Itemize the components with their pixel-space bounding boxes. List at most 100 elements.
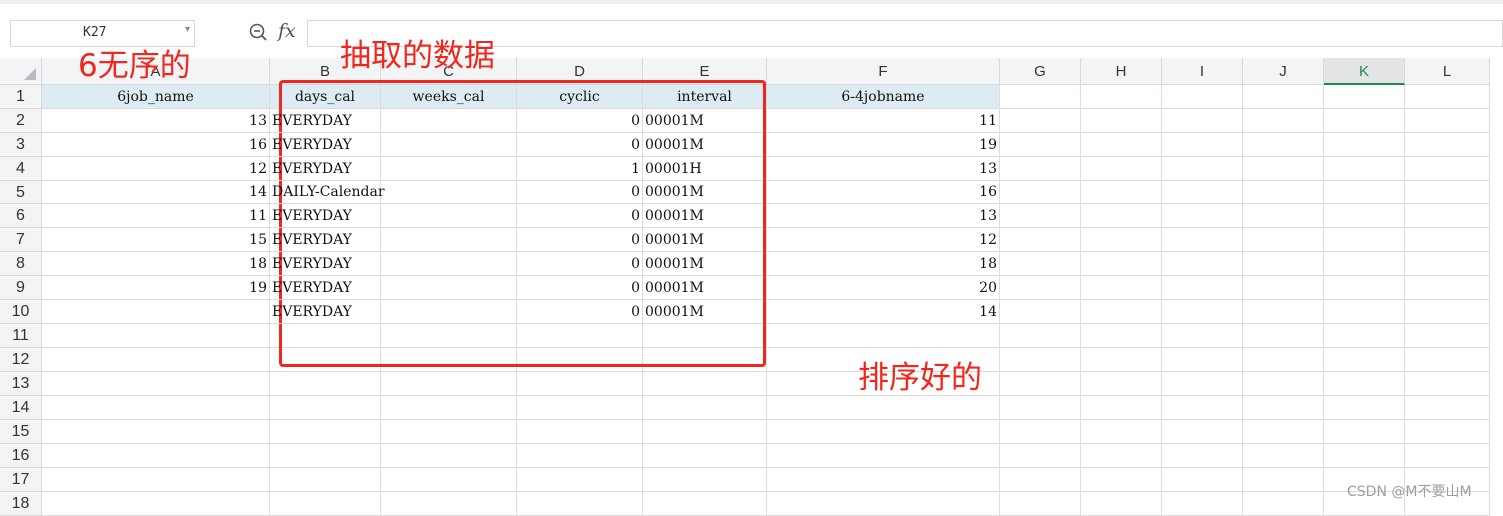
empty-cell[interactable] (1324, 324, 1405, 348)
empty-cell[interactable] (42, 396, 270, 420)
empty-cell[interactable] (1405, 228, 1490, 252)
row-header-16[interactable]: 16 (0, 444, 42, 468)
empty-cell[interactable] (1324, 348, 1405, 372)
empty-cell[interactable] (1243, 228, 1324, 252)
data-cell[interactable]: EVERYDAY (270, 228, 381, 252)
empty-cell[interactable] (1243, 444, 1324, 468)
empty-cell[interactable] (270, 468, 381, 492)
empty-cell[interactable] (1405, 324, 1490, 348)
empty-cell[interactable] (381, 492, 517, 516)
data-cell[interactable]: 00001M (643, 252, 767, 276)
row-header-5[interactable]: 5 (0, 181, 42, 204)
empty-cell[interactable] (1162, 492, 1243, 516)
header-cell[interactable]: cyclic (517, 85, 643, 109)
empty-cell[interactable] (1243, 420, 1324, 444)
empty-cell[interactable] (42, 468, 270, 492)
row-header-8[interactable]: 8 (0, 252, 42, 276)
empty-cell[interactable] (1000, 372, 1081, 396)
data-cell[interactable]: 1 (517, 157, 643, 181)
column-header-h[interactable]: H (1081, 58, 1162, 85)
empty-cell[interactable] (1162, 276, 1243, 300)
empty-cell[interactable] (381, 444, 517, 468)
empty-cell[interactable] (517, 492, 643, 516)
empty-cell[interactable] (381, 324, 517, 348)
empty-cell[interactable] (42, 492, 270, 516)
empty-cell[interactable] (42, 348, 270, 372)
empty-cell[interactable] (1324, 252, 1405, 276)
empty-cell[interactable] (643, 492, 767, 516)
row-header-7[interactable]: 7 (0, 228, 42, 252)
data-cell[interactable]: 11 (767, 109, 1000, 133)
empty-cell[interactable] (1081, 228, 1162, 252)
column-header-g[interactable]: G (1000, 58, 1081, 85)
data-cell[interactable]: 0 (517, 276, 643, 300)
empty-cell[interactable] (1081, 204, 1162, 228)
data-cell[interactable]: 00001M (643, 300, 767, 324)
empty-cell[interactable] (1324, 85, 1405, 109)
empty-cell[interactable] (517, 396, 643, 420)
empty-cell[interactable] (1081, 276, 1162, 300)
empty-cell[interactable] (1405, 157, 1490, 181)
empty-cell[interactable] (1324, 228, 1405, 252)
data-cell[interactable]: 20 (767, 276, 1000, 300)
empty-cell[interactable] (1000, 252, 1081, 276)
data-cell[interactable]: DAILY-Calendar (270, 181, 385, 204)
empty-cell[interactable] (1243, 85, 1324, 109)
empty-cell[interactable] (1243, 348, 1324, 372)
empty-cell[interactable] (1324, 396, 1405, 420)
empty-cell[interactable] (1324, 133, 1405, 157)
empty-cell[interactable] (381, 348, 517, 372)
empty-cell[interactable] (1162, 109, 1243, 133)
empty-cell[interactable] (767, 468, 1000, 492)
data-cell[interactable] (381, 133, 517, 157)
data-cell[interactable]: 18 (767, 252, 1000, 276)
empty-cell[interactable] (517, 444, 643, 468)
empty-cell[interactable] (1000, 492, 1081, 516)
empty-cell[interactable] (1243, 133, 1324, 157)
empty-cell[interactable] (1162, 85, 1243, 109)
empty-cell[interactable] (1243, 252, 1324, 276)
empty-cell[interactable] (767, 492, 1000, 516)
empty-cell[interactable] (1000, 204, 1081, 228)
row-header-17[interactable]: 17 (0, 468, 42, 492)
empty-cell[interactable] (1162, 157, 1243, 181)
empty-cell[interactable] (643, 396, 767, 420)
empty-cell[interactable] (1081, 181, 1162, 204)
empty-cell[interactable] (1405, 204, 1490, 228)
data-cell[interactable]: 13 (767, 157, 1000, 181)
data-cell[interactable]: EVERYDAY (270, 252, 381, 276)
data-cell[interactable]: 13 (42, 109, 270, 133)
empty-cell[interactable] (1405, 420, 1490, 444)
empty-cell[interactable] (1081, 133, 1162, 157)
empty-cell[interactable] (1000, 85, 1081, 109)
data-cell[interactable]: EVERYDAY (270, 300, 381, 324)
empty-cell[interactable] (1324, 204, 1405, 228)
fx-icon[interactable]: fx (278, 20, 296, 42)
empty-cell[interactable] (1000, 324, 1081, 348)
empty-cell[interactable] (517, 372, 643, 396)
empty-cell[interactable] (1324, 444, 1405, 468)
data-cell[interactable]: 14 (767, 300, 1000, 324)
empty-cell[interactable] (1000, 396, 1081, 420)
empty-cell[interactable] (1243, 372, 1324, 396)
data-cell[interactable]: 00001M (643, 276, 767, 300)
header-cell[interactable]: 6-4jobname (767, 85, 1000, 109)
empty-cell[interactable] (1405, 444, 1490, 468)
data-cell[interactable]: 11 (42, 204, 270, 228)
header-cell[interactable]: 6job_name (42, 85, 270, 109)
data-cell[interactable] (381, 228, 517, 252)
empty-cell[interactable] (270, 372, 381, 396)
data-cell[interactable]: 0 (517, 109, 643, 133)
data-cell[interactable]: EVERYDAY (270, 109, 381, 133)
data-cell[interactable] (381, 252, 517, 276)
empty-cell[interactable] (1081, 492, 1162, 516)
empty-cell[interactable] (270, 444, 381, 468)
empty-cell[interactable] (1162, 324, 1243, 348)
data-cell[interactable]: 00001M (643, 181, 767, 204)
empty-cell[interactable] (381, 396, 517, 420)
empty-cell[interactable] (1324, 276, 1405, 300)
empty-cell[interactable] (1081, 252, 1162, 276)
empty-cell[interactable] (1081, 468, 1162, 492)
empty-cell[interactable] (1324, 300, 1405, 324)
empty-cell[interactable] (1405, 276, 1490, 300)
